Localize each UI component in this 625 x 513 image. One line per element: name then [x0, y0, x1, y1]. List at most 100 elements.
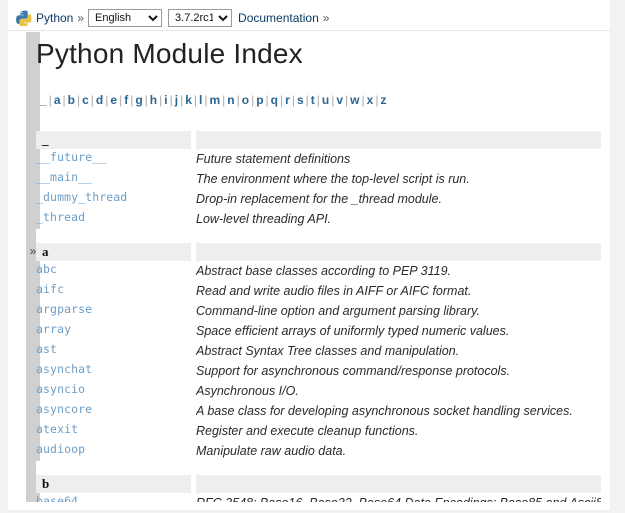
- version-select[interactable]: 3.7.2rc1: [168, 9, 232, 27]
- module-description: Asynchronous I/O.: [196, 381, 601, 401]
- group-spacer: [36, 229, 601, 243]
- alpha-link-e[interactable]: e: [108, 93, 119, 107]
- module-description: The environment where the top-level scri…: [196, 169, 601, 189]
- module-name-cell: asyncore: [36, 401, 191, 421]
- module-description: Drop-in replacement for the _thread modu…: [196, 189, 601, 209]
- module-link[interactable]: atexit: [36, 422, 78, 436]
- module-description: Command-line option and argument parsing…: [196, 301, 601, 321]
- module-name-cell: abc: [36, 261, 191, 281]
- group-header-row: _: [36, 131, 601, 149]
- module-link[interactable]: asyncio: [36, 382, 85, 396]
- alphabet-index: _|a|b|c|d|e|f|g|h|i|j|k|l|m|n|o|p|q|r|s|…: [36, 92, 601, 111]
- module-name-cell: audioop: [36, 441, 191, 461]
- alpha-link-z[interactable]: z: [378, 93, 388, 107]
- module-row: ast Abstract Syntax Tree classes and mani…: [36, 341, 601, 361]
- module-name-cell: _thread: [36, 209, 191, 229]
- alpha-link-a[interactable]: a: [52, 93, 63, 107]
- alpha-link-x[interactable]: x: [365, 93, 376, 107]
- module-link[interactable]: aifc: [36, 282, 64, 296]
- module-description: Support for asynchronous command/respons…: [196, 361, 601, 381]
- alpha-link-o[interactable]: o: [240, 93, 251, 107]
- module-link[interactable]: abc: [36, 262, 57, 276]
- nav-link-documentation[interactable]: Documentation: [238, 11, 319, 25]
- group-header-row: b: [36, 475, 601, 493]
- module-row: __future__ Future statement definitions: [36, 149, 601, 169]
- alpha-link-j[interactable]: j: [173, 93, 180, 107]
- alpha-link-h[interactable]: h: [148, 93, 159, 107]
- module-index-table: ___future__Future statement definitions_…: [36, 131, 601, 513]
- alpha-link-g[interactable]: g: [133, 93, 144, 107]
- module-link[interactable]: _dummy_thread: [36, 190, 127, 204]
- alpha-link-f[interactable]: f: [122, 93, 130, 107]
- module-name-cell: _dummy_thread: [36, 189, 191, 209]
- alpha-link-i[interactable]: i: [162, 93, 169, 107]
- module-row: _thread Low-level threading API.: [36, 209, 601, 229]
- module-index-body: ___future__Future statement definitions_…: [36, 131, 601, 513]
- nav-brand-python[interactable]: Python: [36, 11, 73, 25]
- module-link[interactable]: asyncore: [36, 402, 92, 416]
- module-link[interactable]: ast: [36, 342, 57, 356]
- module-row: abc Abstract base classes according to PE…: [36, 261, 601, 281]
- alpha-link-w[interactable]: w: [348, 93, 361, 107]
- module-description: Abstract base classes according to PEP 3…: [196, 261, 601, 281]
- module-link[interactable]: argparse: [36, 302, 92, 316]
- module-link[interactable]: array: [36, 322, 71, 336]
- module-link[interactable]: asynchat: [36, 362, 92, 376]
- group-letter: a: [36, 243, 191, 261]
- nav-separator-2: »: [323, 11, 330, 25]
- module-description: Abstract Syntax Tree classes and manipul…: [196, 341, 601, 361]
- alpha-link-t[interactable]: t: [309, 93, 317, 107]
- module-name-cell: ast: [36, 341, 191, 361]
- alpha-link-k[interactable]: k: [183, 93, 194, 107]
- group-spacer: [36, 461, 601, 475]
- module-name-cell: aifc: [36, 281, 191, 301]
- language-select[interactable]: English: [88, 9, 162, 27]
- module-row: arraySpace efficient arrays of uniformly…: [36, 321, 601, 341]
- module-link[interactable]: __main__: [36, 170, 92, 184]
- module-name-cell: asyncio: [36, 381, 191, 401]
- module-row: asyncore A base class for developing asyn…: [36, 401, 601, 421]
- module-row: aifcRead and write audio files in AIFF o…: [36, 281, 601, 301]
- alpha-link-b[interactable]: b: [66, 93, 77, 107]
- module-description: Future statement definitions: [196, 149, 601, 169]
- main-content: Python Module Index _|a|b|c|d|e|f|g|h|i|…: [36, 38, 601, 513]
- page-title: Python Module Index: [36, 38, 601, 70]
- group-letter: b: [36, 475, 191, 493]
- module-row: asynchat Support for asynchronous command…: [36, 361, 601, 381]
- module-name-cell: atexit: [36, 421, 191, 441]
- page-root: Python » English 3.7.2rc1 Documentation …: [0, 0, 625, 510]
- group-header-row: a: [36, 243, 601, 261]
- module-row: _dummy_thread Drop-in replacement for the…: [36, 189, 601, 209]
- module-row: atexit Register and execute cleanup funct…: [36, 421, 601, 441]
- module-link[interactable]: _thread: [36, 210, 85, 224]
- alpha-link-n[interactable]: n: [225, 93, 236, 107]
- alpha-link-d[interactable]: d: [94, 93, 105, 107]
- alpha-link-v[interactable]: v: [334, 93, 345, 107]
- module-description: A base class for developing asynchronous…: [196, 401, 601, 421]
- module-name-cell: __future__: [36, 149, 191, 169]
- alpha-link-p[interactable]: p: [254, 93, 265, 107]
- module-name-cell: argparse: [36, 301, 191, 321]
- module-description: Register and execute cleanup functions.: [196, 421, 601, 441]
- module-name-cell: array: [36, 321, 191, 341]
- alpha-link-underscore[interactable]: _: [38, 93, 49, 107]
- alpha-link-q[interactable]: q: [269, 93, 280, 107]
- alpha-link-u[interactable]: u: [320, 93, 331, 107]
- module-link[interactable]: audioop: [36, 442, 85, 456]
- module-row: asyncio Asynchronous I/O.: [36, 381, 601, 401]
- python-logo-icon: [16, 10, 32, 26]
- module-row: argparse Command-line option and argument…: [36, 301, 601, 321]
- top-navigation-bar: Python » English 3.7.2rc1 Documentation …: [8, 6, 610, 31]
- alpha-link-m[interactable]: m: [207, 93, 222, 107]
- module-link[interactable]: __future__: [36, 150, 106, 164]
- alpha-link-s[interactable]: s: [295, 93, 306, 107]
- group-letter: _: [36, 131, 191, 149]
- nav-separator-1: »: [77, 11, 84, 25]
- alpha-link-c[interactable]: c: [80, 93, 91, 107]
- module-description: Manipulate raw audio data.: [196, 441, 601, 461]
- alpha-link-r[interactable]: r: [283, 93, 292, 107]
- module-description: Low-level threading API.: [196, 209, 601, 229]
- module-name-cell: __main__: [36, 169, 191, 189]
- content-bottom-edge: [8, 502, 610, 510]
- module-row: __main__ The environment where the top-le…: [36, 169, 601, 189]
